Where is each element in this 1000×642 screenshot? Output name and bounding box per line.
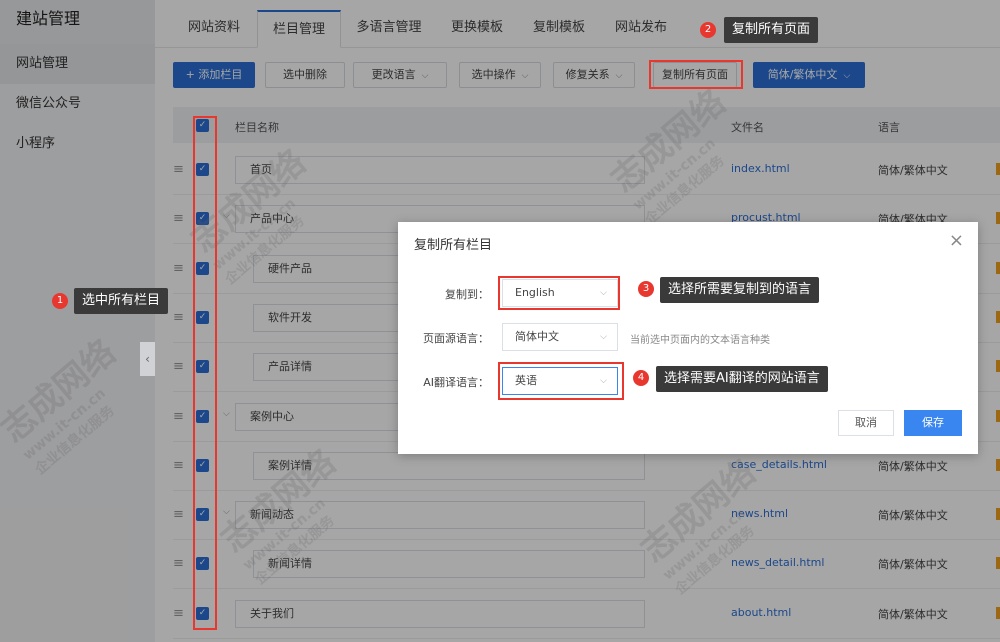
annotation-badge-1: 1 [52,293,68,309]
cancel-button[interactable]: 取消 [838,410,894,436]
annotation-tooltip-1: 选中所有栏目 [74,288,169,314]
highlight-checkbox-column [193,116,217,630]
source-language-select[interactable]: 简体中文 ⌵ [502,323,618,351]
chevron-down-icon: ⌵ [600,332,607,342]
save-button[interactable]: 保存 [904,410,962,436]
source-language-hint: 当前选中页面内的文本语言种类 [630,335,770,346]
sidebar-collapse-button[interactable]: ‹ [140,342,155,376]
copy-to-label: 复制到： [445,288,489,301]
highlight-copy-all-button [649,60,743,89]
annotation-tooltip-4: 选择需要AI翻译的网站语言 [656,366,828,392]
annotation-tooltip-3: 选择所需要复制到的语言 [660,277,820,303]
annotation-badge-2: 2 [700,22,716,38]
source-language-value: 简体中文 [515,330,559,343]
annotation-badge-3: 3 [638,281,654,297]
highlight-copy-to-select [498,276,620,310]
copy-all-dialog: 复制所有栏目 × 复制到： English ⌵ 页面源语言： 简体中文 ⌵ 当前选中… [398,222,978,454]
close-icon[interactable]: × [949,232,964,250]
annotation-badge-4: 4 [633,370,649,386]
highlight-ai-translate-select [498,362,624,400]
ai-translate-label: AI翻译语言： [423,376,489,389]
annotation-tooltip-2: 复制所有页面 [724,17,819,43]
source-language-label: 页面源语言： [423,332,489,345]
dialog-title: 复制所有栏目 [414,238,493,253]
